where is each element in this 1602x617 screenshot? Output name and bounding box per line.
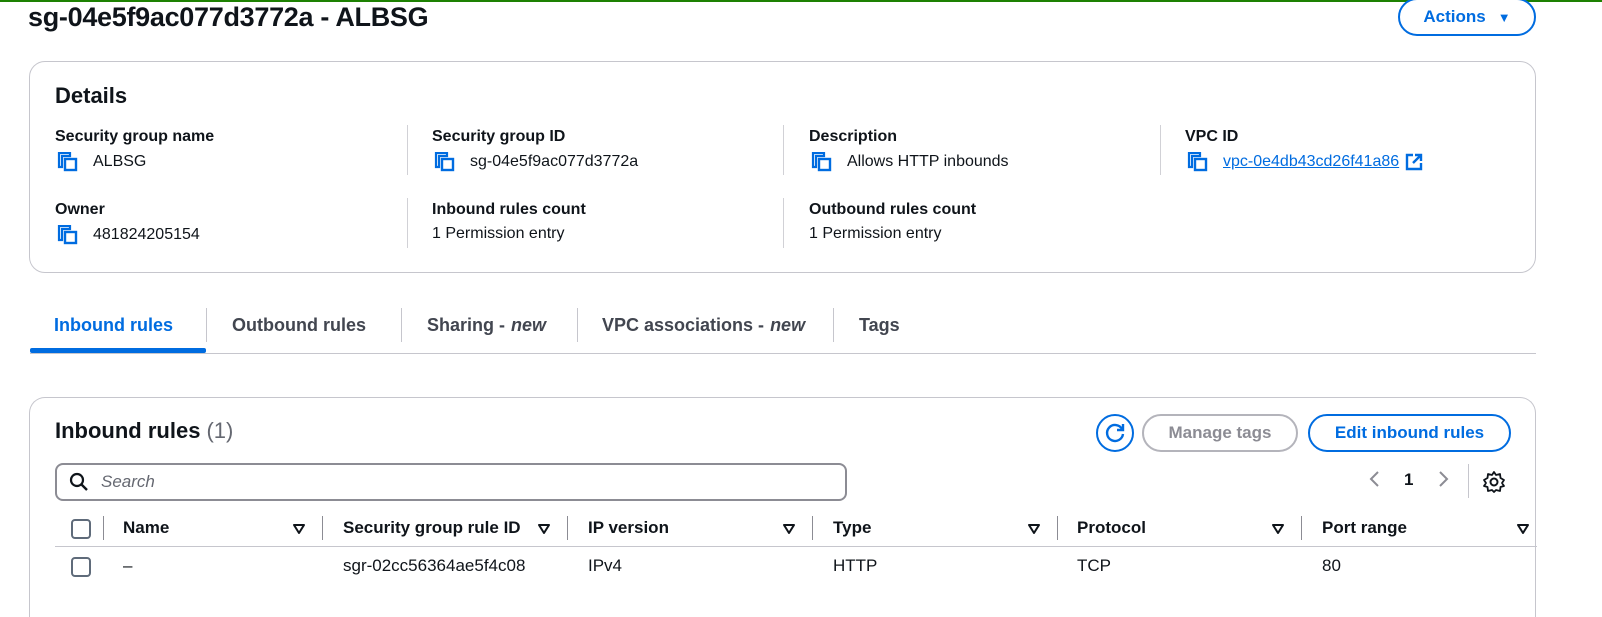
inbound-count-value: 1 Permission entry [432, 225, 565, 242]
sort-icon[interactable] [537, 522, 551, 536]
copy-icon[interactable] [434, 152, 456, 172]
inbound-count-field: Inbound rules count 1 Permission entry [432, 201, 586, 243]
inbound-rules-panel: Inbound rules (1) Manage tags Edit inboun… [29, 397, 1537, 617]
tab-label: Tags [859, 314, 900, 335]
column-divider [812, 516, 813, 540]
owner-label: Owner [55, 201, 105, 218]
tab-sharing[interactable]: Sharing - new [427, 310, 546, 340]
description-value: Allows HTTP inbounds [847, 153, 1009, 170]
sg-name-label: Security group name [55, 128, 215, 145]
owner-value: 481824205154 [93, 226, 200, 243]
sg-id-label: Security group ID [432, 128, 566, 145]
cell-ip-version: IPv4 [588, 556, 623, 575]
sg-name-value: ALBSG [93, 153, 147, 170]
column-header-rule-id[interactable]: Security group rule ID [343, 518, 521, 538]
tab-label: Inbound rules [54, 314, 173, 335]
external-link-icon [1405, 153, 1423, 171]
vpc-id-field: VPC ID vpc-0e4db43cd26f41a86 [1185, 128, 1423, 172]
copy-icon[interactable] [1187, 152, 1209, 172]
actions-label: Actions [1423, 7, 1486, 26]
inbound-rules-title: Inbound rules (1) [55, 418, 233, 444]
tab-label: VPC associations - [602, 314, 765, 335]
header-divider [55, 546, 1537, 547]
chevron-right-icon[interactable] [1438, 470, 1450, 488]
outbound-count-field: Outbound rules count 1 Permission entry [809, 201, 976, 243]
column-header-name[interactable]: Name [123, 518, 169, 538]
page-number[interactable]: 1 [1404, 470, 1413, 490]
copy-icon[interactable] [57, 152, 79, 172]
column-divider [1301, 516, 1302, 540]
search-box[interactable] [55, 463, 847, 501]
outbound-count-label: Outbound rules count [809, 201, 977, 218]
divider [407, 125, 408, 175]
sort-icon[interactable] [1271, 522, 1285, 536]
new-badge: new [770, 314, 806, 335]
vpc-id-link[interactable]: vpc-0e4db43cd26f41a86 [1223, 153, 1399, 171]
cell-name: – [123, 556, 133, 575]
sort-icon[interactable] [782, 522, 796, 536]
inbound-rules-heading: Inbound rules [55, 418, 201, 443]
tab-label: Outbound rules [232, 314, 366, 335]
copy-icon[interactable] [811, 152, 833, 172]
search-input[interactable] [101, 472, 801, 492]
column-header-type[interactable]: Type [833, 518, 871, 538]
active-tab-indicator [30, 348, 206, 353]
cell-protocol: TCP [1077, 556, 1111, 575]
tab-divider [577, 308, 578, 342]
tab-bar: Inbound rules Outbound rules Sharing - n… [30, 300, 1536, 354]
row-checkbox[interactable] [71, 557, 91, 577]
column-divider [1057, 516, 1058, 540]
description-label: Description [809, 128, 898, 145]
cell-type: HTTP [833, 556, 878, 575]
tab-vpc-associations[interactable]: VPC associations - new [602, 310, 805, 340]
column-header-protocol[interactable]: Protocol [1077, 518, 1146, 538]
cell-port-range: 80 [1322, 556, 1341, 575]
select-all-checkbox[interactable] [71, 519, 91, 539]
actions-button[interactable]: Actions ▼ [1398, 0, 1536, 36]
chevron-left-icon[interactable] [1368, 470, 1380, 488]
column-divider [103, 516, 104, 540]
tab-tags[interactable]: Tags [859, 310, 900, 340]
tab-divider [206, 308, 207, 342]
sort-icon[interactable] [1027, 522, 1041, 536]
details-panel: Details Security group name ALBSG Securi… [29, 61, 1536, 273]
description-field: Description Allows HTTP inbounds [809, 128, 1009, 172]
sg-id-value: sg-04e5f9ac077d3772a [470, 153, 639, 170]
details-title: Details [55, 83, 128, 108]
sort-icon[interactable] [1516, 522, 1530, 536]
gear-icon[interactable] [1482, 470, 1506, 494]
tab-inbound-rules[interactable]: Inbound rules [54, 310, 173, 340]
refresh-button[interactable] [1096, 414, 1134, 452]
divider [407, 198, 408, 248]
sg-id-field: Security group ID sg-04e5f9ac077d3772a [432, 128, 638, 172]
divider [1468, 464, 1469, 498]
manage-tags-button[interactable]: Manage tags [1142, 414, 1298, 452]
tab-divider [401, 308, 402, 342]
page-title: sg-04e5f9ac077d3772a - ALBSG [28, 2, 429, 32]
divider [783, 198, 784, 248]
sg-name-field: Security group name ALBSG [55, 128, 214, 172]
search-icon [69, 472, 88, 491]
outbound-count-value: 1 Permission entry [809, 225, 942, 242]
sort-icon[interactable] [292, 522, 306, 536]
refresh-icon [1105, 423, 1125, 443]
rule-count: (1) [206, 418, 234, 443]
owner-field: Owner 481824205154 [55, 201, 200, 245]
caret-down-icon: ▼ [1497, 9, 1511, 25]
tab-outbound-rules[interactable]: Outbound rules [232, 310, 366, 340]
vpc-id-label: VPC ID [1185, 128, 1239, 145]
column-header-ip-version[interactable]: IP version [588, 518, 669, 538]
copy-icon[interactable] [57, 225, 79, 245]
divider [783, 125, 784, 175]
divider [1160, 125, 1161, 175]
edit-inbound-rules-button[interactable]: Edit inbound rules [1308, 414, 1511, 452]
new-badge: new [511, 314, 547, 335]
column-divider [322, 516, 323, 540]
column-header-port-range[interactable]: Port range [1322, 518, 1407, 538]
column-divider [567, 516, 568, 540]
tab-divider [833, 308, 834, 342]
cell-rule-id: sgr-02cc56364ae5f4c08 [343, 556, 526, 575]
tab-label: Sharing - [427, 314, 506, 335]
inbound-count-label: Inbound rules count [432, 201, 586, 218]
